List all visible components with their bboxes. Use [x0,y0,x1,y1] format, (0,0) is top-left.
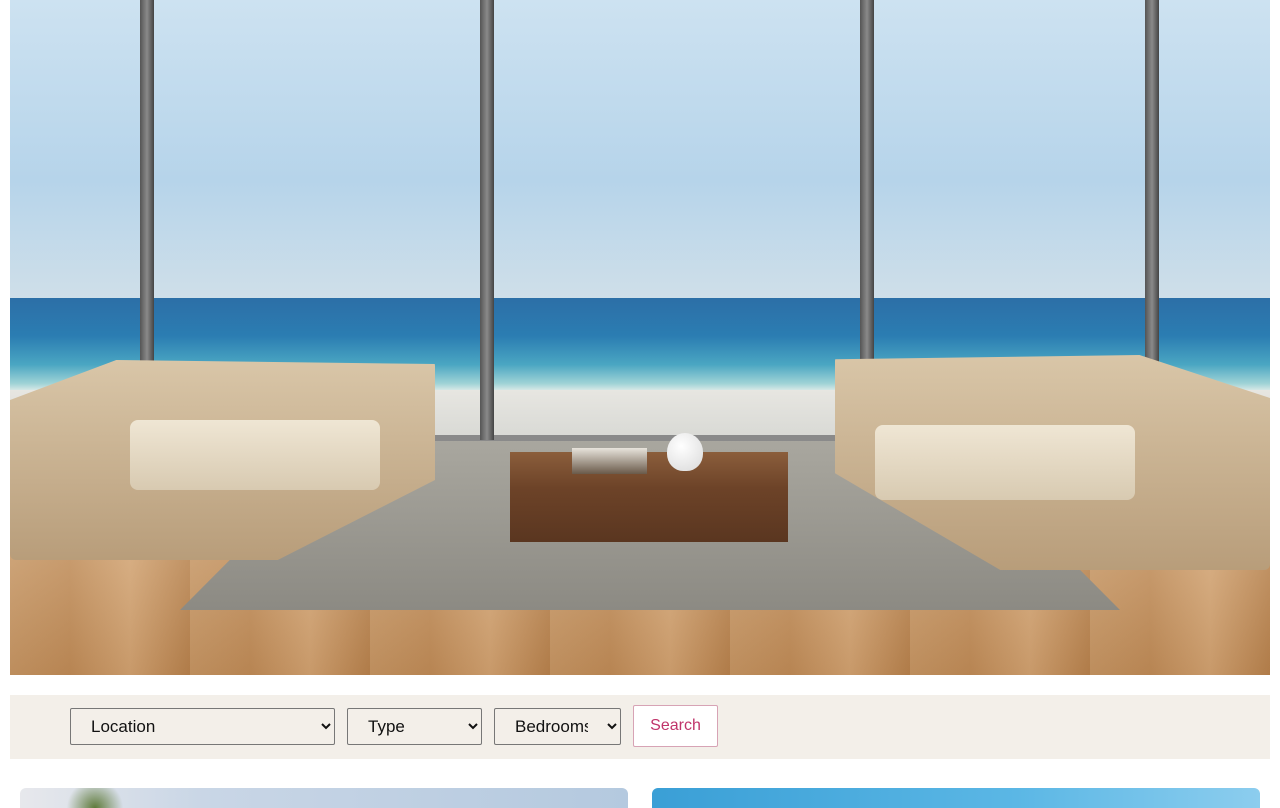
search-button[interactable]: Search [633,705,718,747]
palm-tree-image [60,788,130,808]
vase [667,433,703,471]
listing-card-image[interactable] [652,788,1260,808]
bedrooms-select[interactable]: Bedrooms [494,708,621,745]
hero-image [10,0,1270,675]
sofa-left-cushion [130,420,380,490]
location-select[interactable]: Location [70,708,335,745]
sofa-right-cushion [875,425,1135,500]
coffee-table [510,452,788,542]
type-select[interactable]: Type [347,708,482,745]
listing-card-image[interactable] [20,788,628,808]
coffee-table-books [572,448,647,474]
hero-sky [10,0,1270,300]
hero-window-frame [480,0,494,440]
property-search-bar: Location Type Bedrooms Search [10,695,1270,759]
